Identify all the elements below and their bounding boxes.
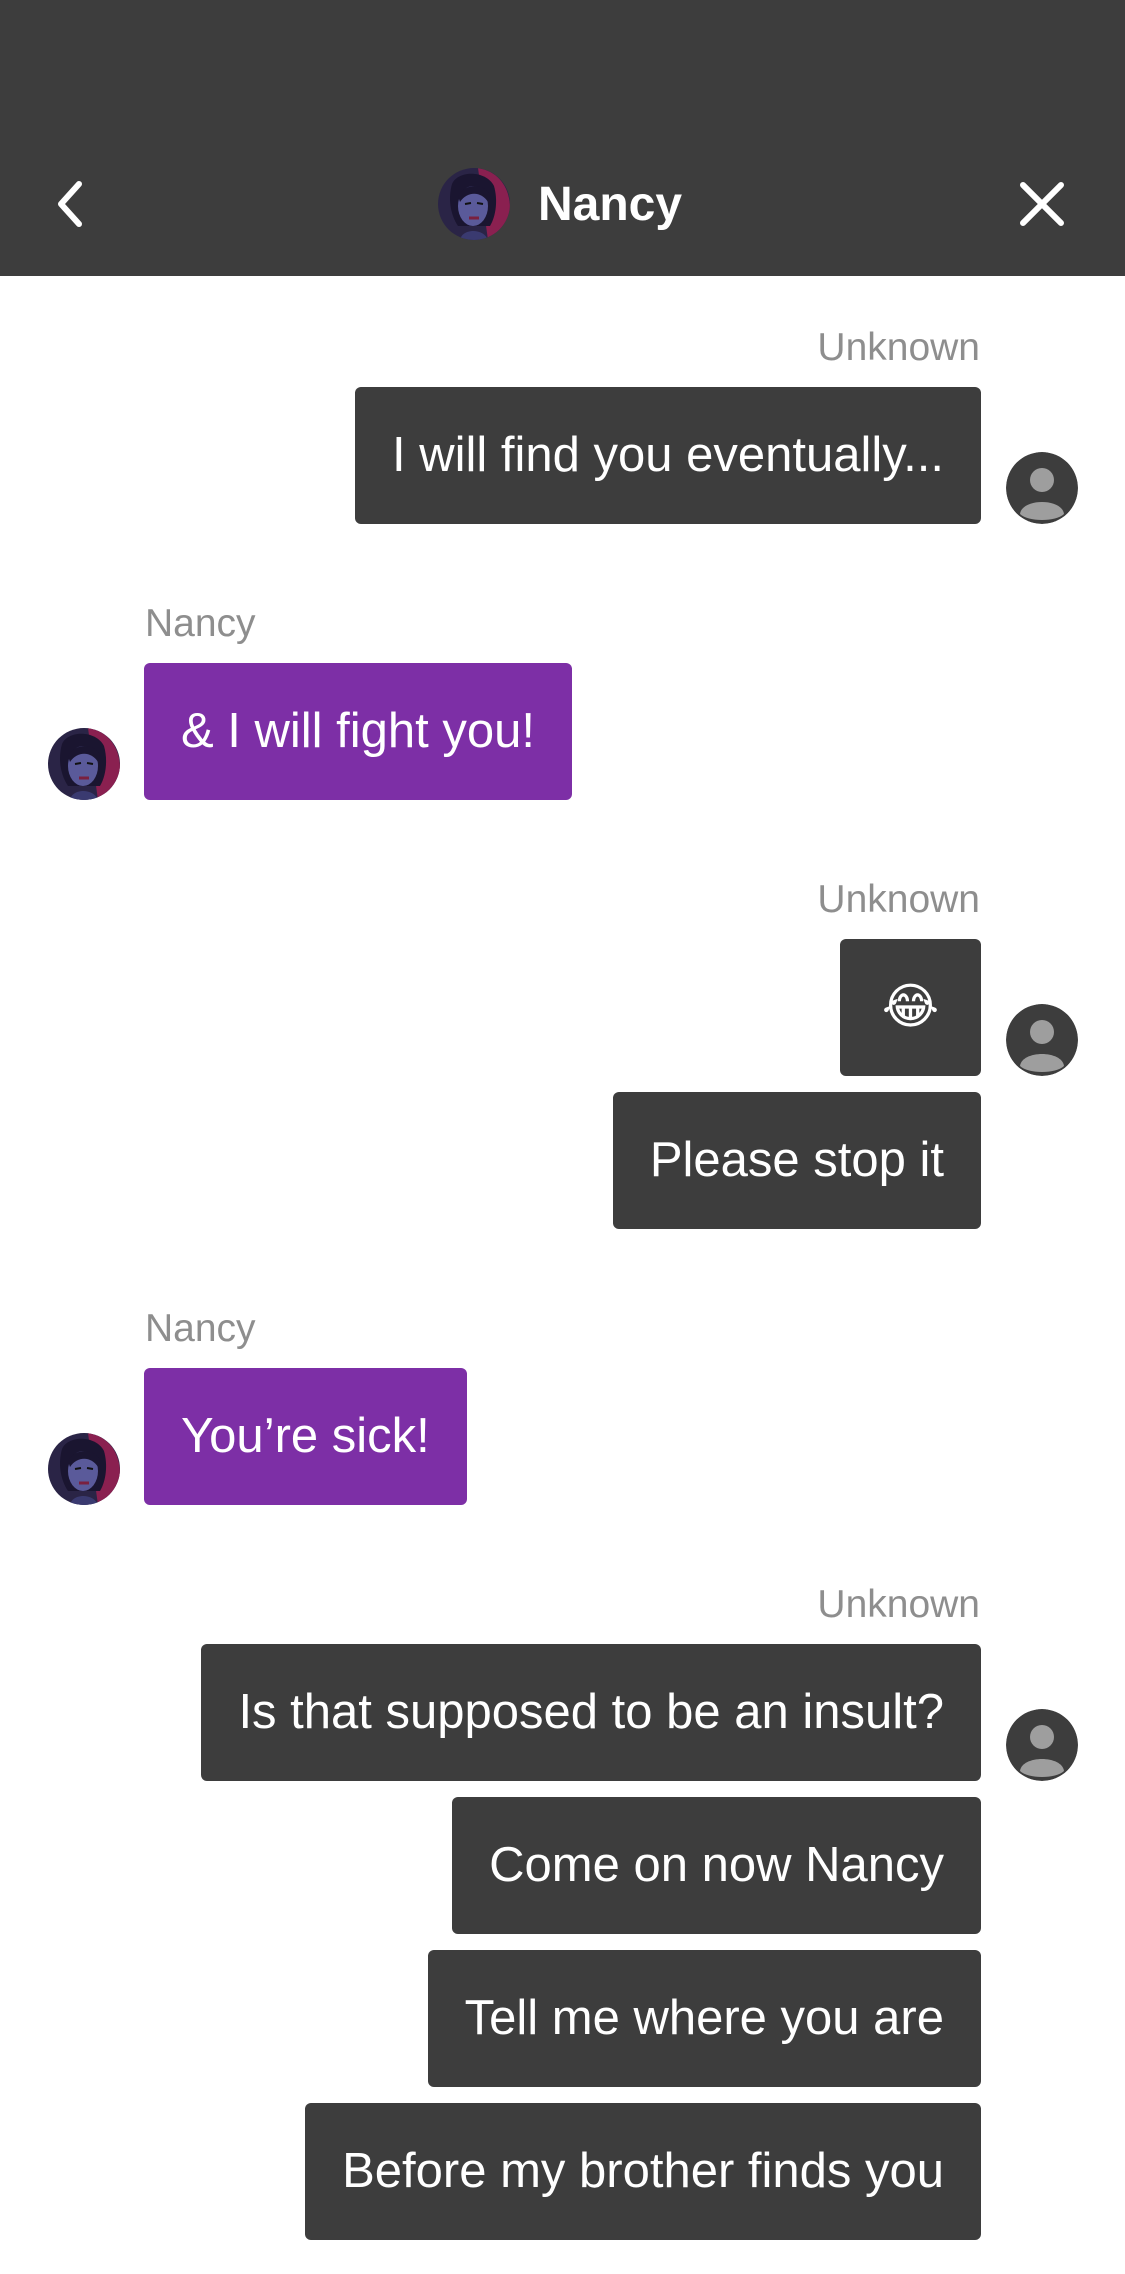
message-bubble[interactable]: Before my brother finds you bbox=[305, 2103, 981, 2240]
unknown-avatar bbox=[1006, 452, 1078, 524]
message-bubble[interactable]: I will find you eventually... bbox=[355, 387, 981, 524]
message-bubble[interactable]: Is that supposed to be an insult? bbox=[201, 1644, 981, 1781]
sender-label: Unknown bbox=[817, 326, 980, 369]
sender-label: Unknown bbox=[817, 1583, 980, 1626]
sender-label: Nancy bbox=[145, 602, 256, 645]
sender-label: Nancy bbox=[145, 1307, 256, 1350]
message-bubble[interactable]: You’re sick! bbox=[144, 1368, 467, 1505]
unknown-avatar bbox=[1006, 1709, 1078, 1781]
chat-title: Nancy bbox=[438, 166, 682, 242]
chevron-left-icon bbox=[58, 181, 82, 227]
message-bubble[interactable]: Tell me where you are bbox=[427, 1950, 981, 2087]
message-bubble-emoji[interactable]: 😂 bbox=[840, 939, 981, 1076]
nancy-avatar bbox=[48, 1433, 120, 1505]
sender-label: Unknown bbox=[817, 878, 980, 921]
close-icon bbox=[1020, 182, 1064, 226]
close-button[interactable] bbox=[1008, 168, 1076, 240]
message-bubble[interactable]: & I will fight you! bbox=[144, 663, 573, 800]
contact-avatar bbox=[438, 168, 510, 240]
unknown-avatar bbox=[1006, 1004, 1078, 1076]
back-button[interactable] bbox=[40, 168, 100, 240]
chat-header: Nancy bbox=[0, 0, 1125, 276]
nancy-avatar bbox=[48, 728, 120, 800]
message-bubble[interactable]: Come on now Nancy bbox=[452, 1797, 981, 1934]
message-bubble[interactable]: Please stop it bbox=[612, 1092, 981, 1229]
contact-name: Nancy bbox=[538, 177, 683, 231]
